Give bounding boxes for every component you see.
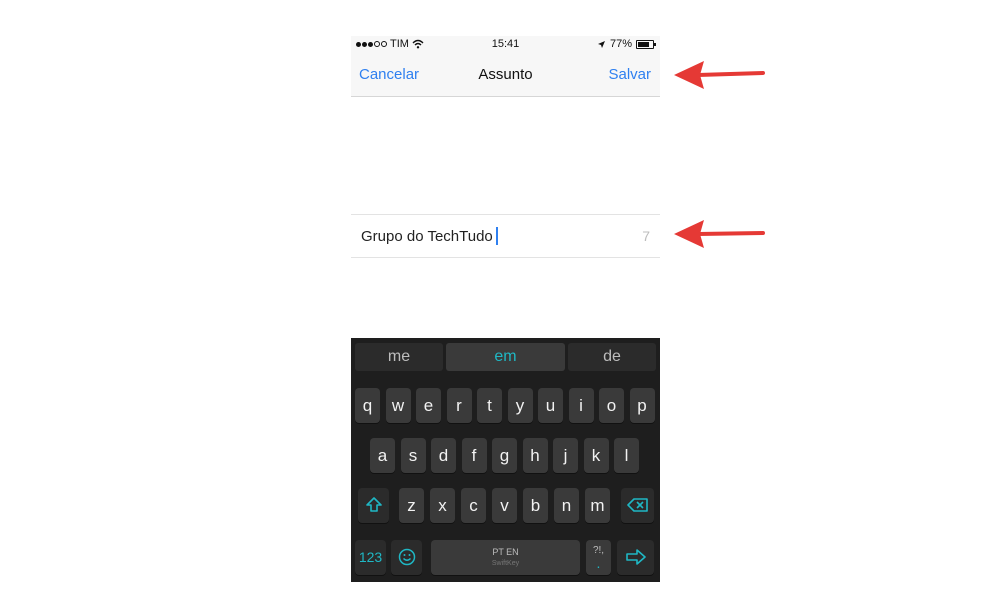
key-p[interactable]: p: [629, 388, 655, 423]
status-bar: TIM 15:41 77%: [351, 36, 660, 52]
subject-input-value: Grupo do TechTudo: [361, 227, 498, 245]
space-language-label: PT EN: [492, 547, 519, 557]
key-v[interactable]: v: [492, 488, 517, 523]
key-n[interactable]: n: [554, 488, 579, 523]
status-right: 77%: [597, 38, 656, 50]
smiley-icon: [398, 548, 415, 566]
key-f[interactable]: f: [461, 438, 487, 473]
space-key[interactable]: PT EN SwiftKey: [431, 540, 580, 575]
emoji-key[interactable]: [391, 540, 422, 575]
key-m[interactable]: m: [585, 488, 610, 523]
arrow-right-icon: [625, 549, 646, 565]
shift-key[interactable]: [358, 488, 389, 523]
key-w[interactable]: w: [385, 388, 411, 423]
key-d[interactable]: d: [431, 438, 456, 473]
key-t[interactable]: t: [477, 388, 502, 423]
key-i[interactable]: i: [568, 388, 594, 423]
key-b[interactable]: b: [523, 488, 548, 523]
key-r[interactable]: r: [446, 388, 472, 423]
prediction-left[interactable]: me: [355, 343, 443, 371]
subject-input[interactable]: Grupo do TechTudo 7: [351, 214, 660, 258]
key-c[interactable]: c: [461, 488, 486, 523]
key-u[interactable]: u: [538, 388, 563, 423]
swiftkey-logo: SwiftKey: [491, 560, 520, 567]
key-y[interactable]: y: [507, 388, 533, 423]
punctuation-key[interactable]: ?!, .: [586, 540, 611, 575]
red-arrow-icon: [674, 61, 765, 89]
key-o[interactable]: o: [599, 388, 624, 423]
key-e[interactable]: e: [416, 388, 441, 423]
battery-percent: 77%: [609, 38, 632, 50]
enter-key[interactable]: [617, 540, 654, 575]
numbers-key[interactable]: 123: [355, 540, 386, 575]
red-arrow-icon: [674, 220, 765, 248]
prediction-bar: me em de: [351, 338, 660, 374]
character-count: 7: [642, 228, 650, 244]
backspace-icon: [626, 498, 648, 512]
key-z[interactable]: z: [399, 488, 424, 523]
text-caret: [495, 227, 498, 245]
key-g[interactable]: g: [492, 438, 517, 473]
shift-icon: [365, 497, 382, 512]
battery-icon: [636, 39, 656, 49]
save-button[interactable]: Salvar: [608, 66, 651, 83]
punctuation-bottom: .: [596, 555, 601, 571]
swiftkey-keyboard: me em de qwertyuiop asdfghjkl zxcvbnm 12…: [351, 338, 660, 582]
prediction-right[interactable]: de: [568, 343, 656, 371]
key-q[interactable]: q: [355, 388, 380, 423]
key-a[interactable]: a: [370, 438, 395, 473]
prediction-center[interactable]: em: [446, 343, 565, 371]
subject-text: Grupo do TechTudo: [361, 228, 493, 245]
navigation-bar: Cancelar Assunto Salvar: [351, 52, 660, 97]
key-l[interactable]: l: [614, 438, 639, 473]
location-icon: [597, 40, 605, 48]
phone-screen: TIM 15:41 77% Cancelar Assunto Salvar Gr…: [351, 36, 660, 582]
key-k[interactable]: k: [583, 438, 609, 473]
key-j[interactable]: j: [553, 438, 578, 473]
key-s[interactable]: s: [400, 438, 426, 473]
key-h[interactable]: h: [522, 438, 548, 473]
backspace-key[interactable]: [621, 488, 654, 523]
key-x[interactable]: x: [430, 488, 455, 523]
